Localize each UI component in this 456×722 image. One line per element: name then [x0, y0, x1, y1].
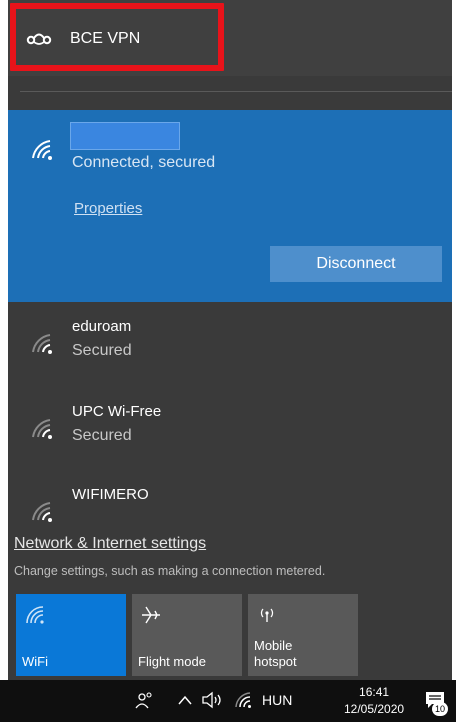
wifi-icon: [32, 502, 52, 522]
network-item-upc-wi-free[interactable]: UPC Wi-Free Secured: [8, 395, 452, 475]
network-settings-description: Change settings, such as making a connec…: [14, 564, 326, 578]
network-name: eduroam: [72, 318, 132, 335]
people-icon[interactable]: [134, 690, 154, 710]
clock-date: 12/05/2020: [344, 702, 405, 716]
language-indicator[interactable]: HUN: [262, 692, 292, 708]
tile-label: Flight mode: [138, 654, 206, 669]
network-name: WIFIMERO: [72, 486, 149, 503]
speaker-icon[interactable]: [201, 691, 225, 709]
network-flyout: BCE VPN Connected, secured Properties Di…: [8, 0, 452, 722]
wifi-icon: [32, 140, 52, 160]
vpn-item[interactable]: BCE VPN: [8, 0, 452, 76]
tile-label: Mobile hotspot: [254, 638, 297, 669]
tile-label: WiFi: [22, 654, 48, 669]
divider: [20, 91, 452, 92]
active-network-item[interactable]: Connected, secured Properties Disconnect: [8, 110, 452, 302]
mobile-hotspot-tile[interactable]: Mobile hotspot: [248, 594, 358, 676]
chevron-up-icon[interactable]: [178, 694, 192, 706]
annotation-highlight-box: [10, 3, 224, 71]
taskbar: HUN 16:41 12/05/2020 10: [0, 680, 456, 722]
ssid-redacted: [70, 122, 180, 150]
network-item-eduroam[interactable]: eduroam Secured: [8, 310, 452, 390]
hotspot-icon: [260, 608, 274, 622]
properties-link[interactable]: Properties: [74, 200, 142, 217]
network-status: Secured: [72, 342, 132, 359]
wifi-icon[interactable]: [234, 691, 254, 709]
network-status: Secured: [72, 427, 132, 444]
notification-count-badge: 10: [432, 702, 448, 716]
clock[interactable]: 16:41 12/05/2020: [344, 684, 404, 718]
wifi-icon: [32, 334, 52, 354]
wifi-icon: [32, 419, 52, 439]
wifi-icon: [26, 606, 44, 624]
connection-status: Connected, secured: [72, 154, 216, 171]
wifi-toggle-tile[interactable]: WiFi: [16, 594, 126, 676]
network-item-wifimero[interactable]: WIFIMERO: [8, 478, 452, 524]
network-settings-link[interactable]: Network & Internet settings: [14, 535, 206, 553]
clock-time: 16:41: [359, 685, 390, 699]
network-settings-section: Network & Internet settings Change setti…: [8, 524, 452, 594]
airplane-icon: [142, 606, 160, 624]
network-name: UPC Wi-Free: [72, 403, 162, 420]
flight-mode-tile[interactable]: Flight mode: [132, 594, 242, 676]
disconnect-button[interactable]: Disconnect: [270, 246, 442, 282]
